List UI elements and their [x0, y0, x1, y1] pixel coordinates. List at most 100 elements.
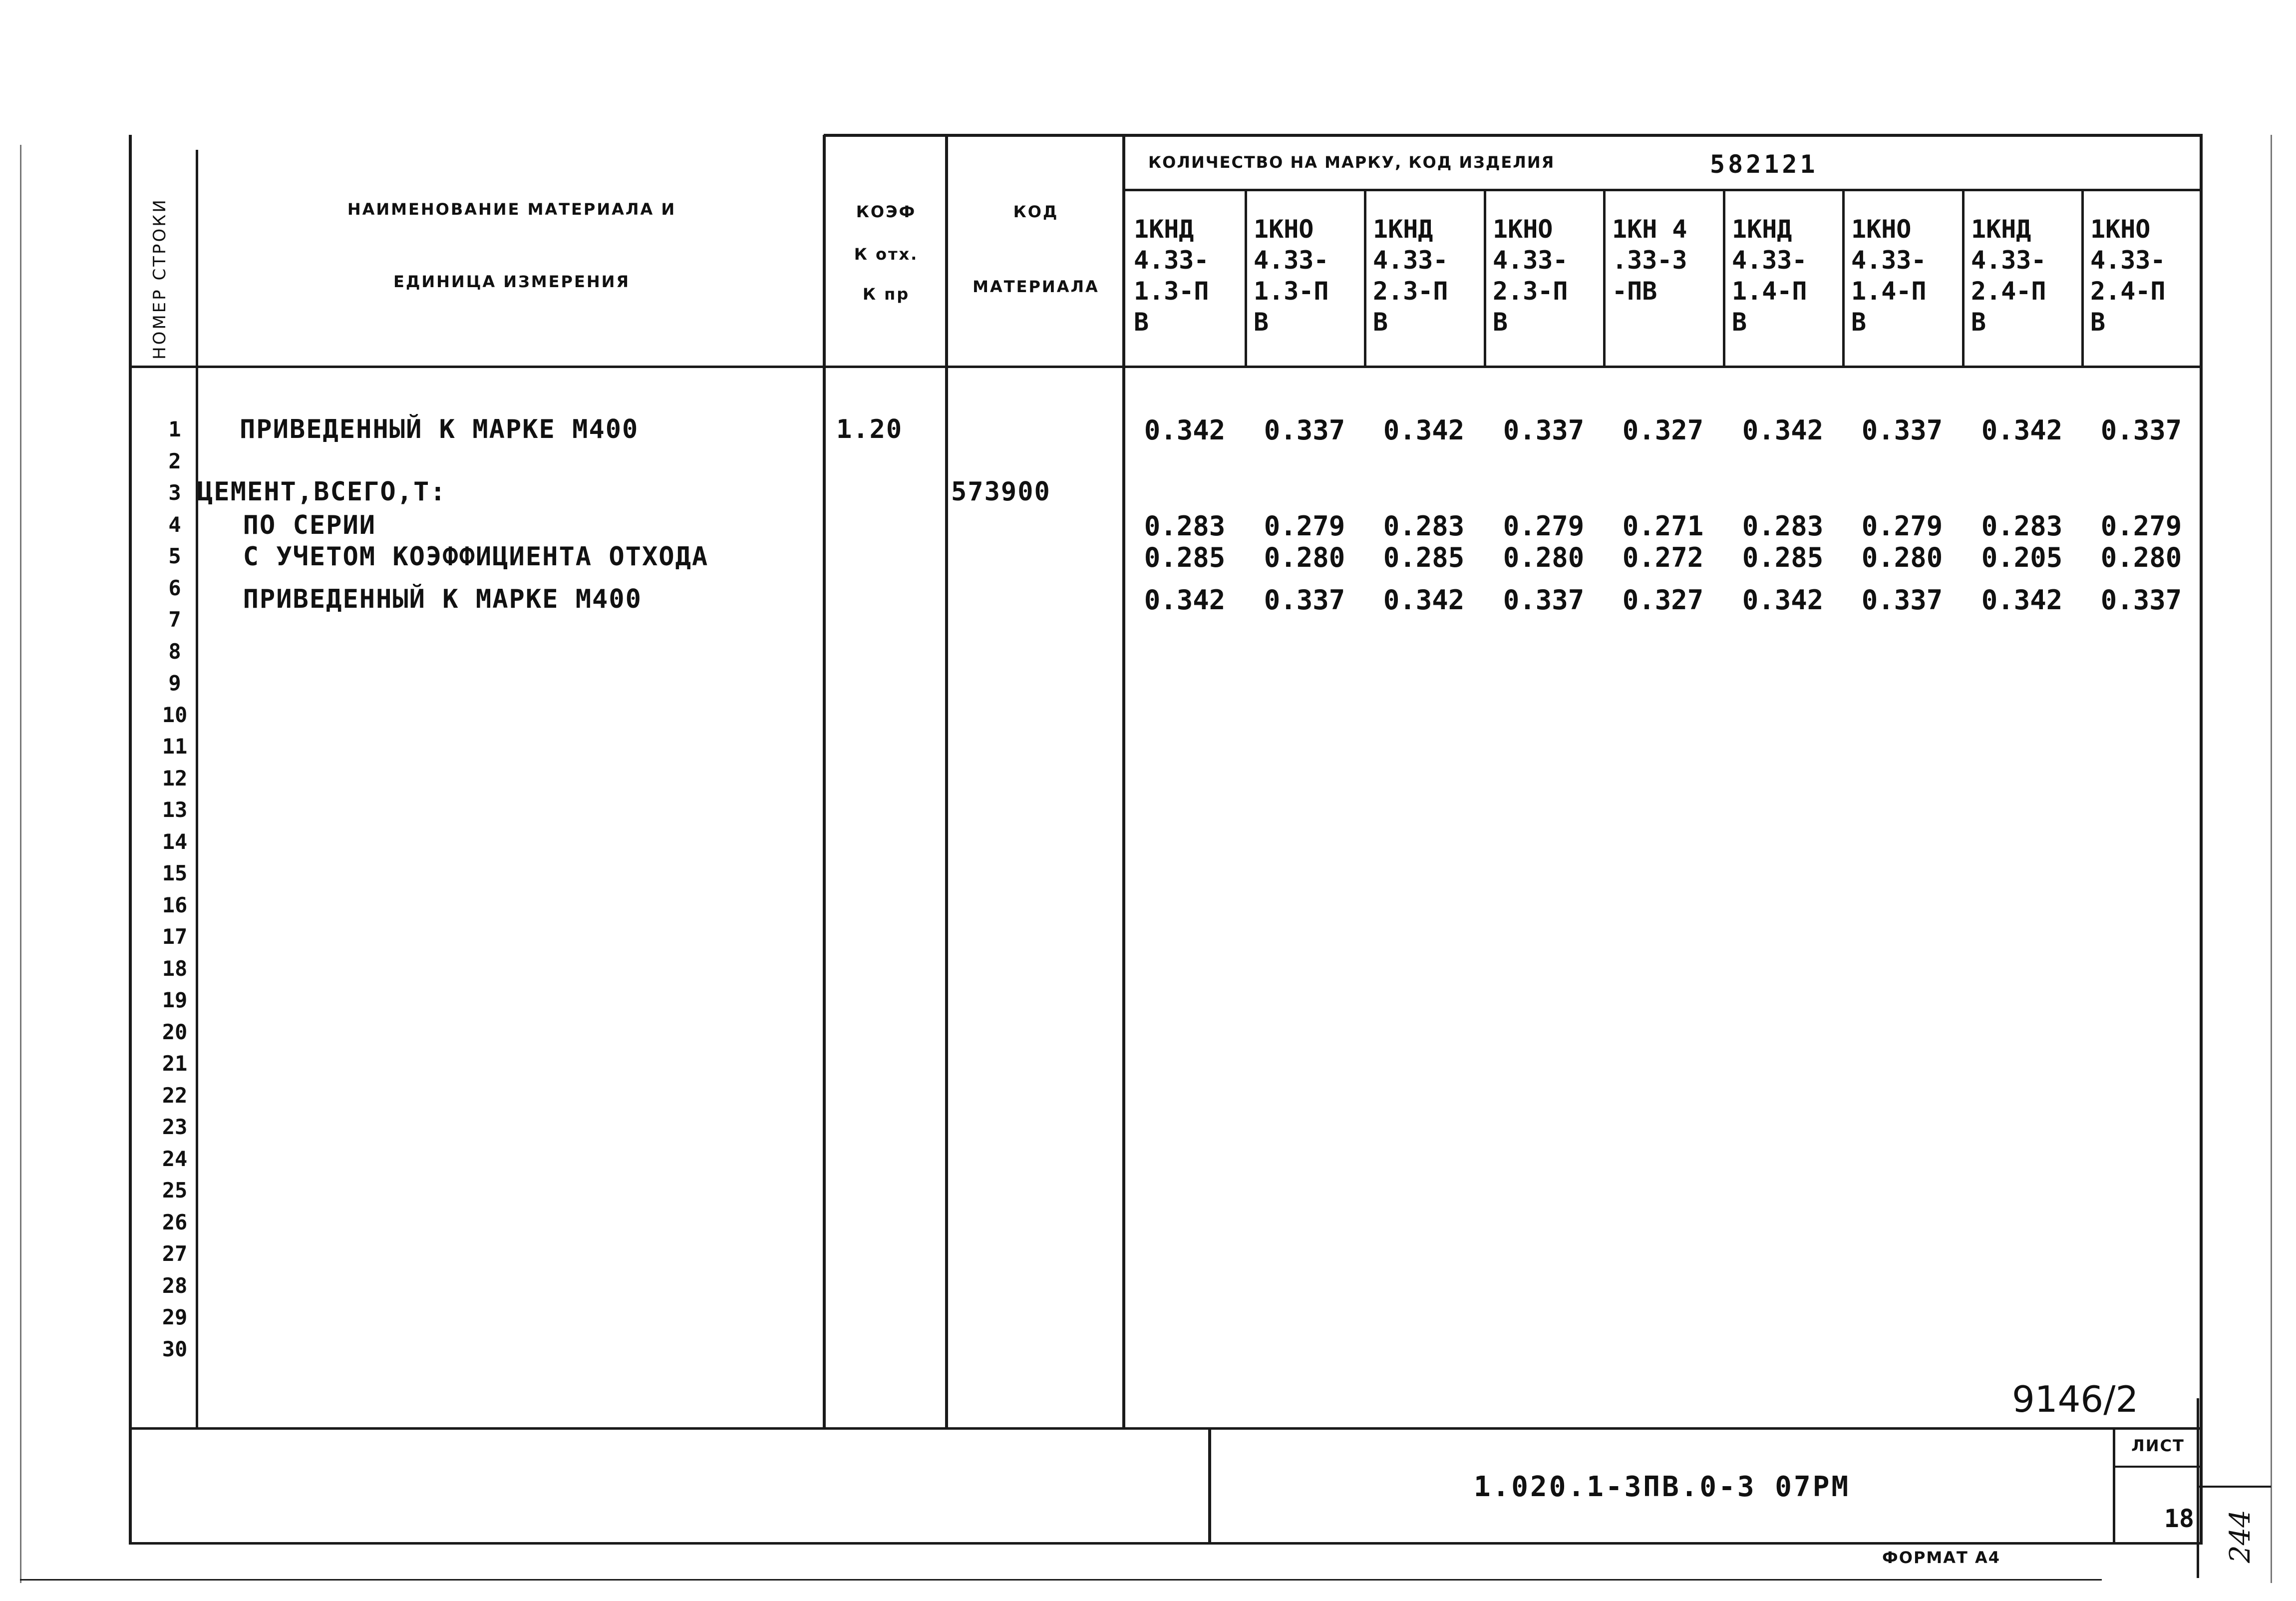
quantity-value: 0.271: [1622, 510, 1704, 542]
row-number: 10: [162, 703, 188, 727]
quantity-value: 0.283: [1742, 510, 1824, 542]
side-box-mid: [2199, 1486, 2271, 1488]
row-number: 11: [162, 734, 188, 759]
frame-right: [2200, 134, 2203, 1543]
row-number: 14: [162, 829, 188, 854]
frame-left: [129, 135, 132, 1543]
quantity-value: 0.279: [1861, 510, 1943, 542]
row-number: 17: [162, 924, 188, 949]
format-label: ФОРМАТ А4: [1882, 1548, 2000, 1567]
product-col-divider: [1603, 190, 1606, 367]
row-number: 21: [162, 1051, 188, 1076]
row-number: 23: [162, 1115, 188, 1139]
quantity-value: 0.337: [1861, 584, 1943, 616]
quantity-value: 0.337: [1861, 414, 1943, 446]
product-col-divider: [1484, 190, 1486, 367]
material-name: ЦЕМЕНТ,ВСЕГО,Т:: [197, 477, 447, 507]
coefficient-value: 1.20: [836, 414, 903, 444]
row-number: 2: [168, 449, 181, 473]
quantity-value: 0.342: [1383, 414, 1465, 446]
quantity-value: 0.285: [1742, 542, 1824, 573]
product-code: 582121: [1710, 150, 1818, 179]
row-number: 8: [168, 639, 181, 664]
product-column-header: 1КНД 4.33- 1.4-П В: [1732, 215, 1807, 337]
material-name-header-line2: ЕДИНИЦА ИЗМЕРЕНИЯ: [393, 272, 631, 291]
product-col-divider: [1364, 190, 1366, 367]
row-number: 16: [162, 893, 188, 917]
row-number: 20: [162, 1020, 188, 1044]
row-number: 22: [162, 1083, 188, 1108]
quantity-value: 0.272: [1622, 542, 1704, 573]
quantity-value: 0.280: [1503, 542, 1585, 573]
quantity-value: 0.342: [1742, 414, 1824, 446]
row-number: 18: [162, 956, 188, 981]
quantity-value: 0.283: [1981, 510, 2063, 542]
quantity-value: 0.285: [1383, 542, 1465, 573]
col-divider-rownum: [196, 150, 198, 1428]
material-name: С УЧЕТОМ КОЭФФИЦИЕНТА ОТХОДА: [210, 542, 709, 572]
quantity-value: 0.342: [1144, 584, 1226, 616]
title-block-bottom-line: [129, 1542, 2203, 1545]
row-number: 24: [162, 1147, 188, 1171]
coef-header-line3: К пр: [862, 285, 910, 304]
row-number: 9: [168, 671, 181, 695]
quantity-value: 0.337: [1264, 584, 1345, 616]
row-number: 29: [162, 1305, 188, 1329]
product-column-header: 1КН 4 .33-3 -ПВ: [1612, 215, 1687, 306]
quantity-value: 0.337: [1503, 414, 1585, 446]
coef-header-line2: К отх.: [854, 245, 919, 264]
product-col-divider: [1962, 190, 1965, 367]
quantity-value: 0.342: [1742, 584, 1824, 616]
frame-top: [824, 134, 2203, 137]
row-number: 25: [162, 1178, 188, 1202]
coef-header-line1: КОЭФ: [856, 202, 917, 221]
side-box-left: [2197, 1398, 2199, 1578]
product-column-header: 1КНД 4.33- 2.3-П В: [1373, 215, 1448, 337]
product-column-header: 1КНД 4.33- 2.4-П В: [1971, 215, 2046, 337]
quantity-value: 0.280: [2100, 542, 2182, 573]
quantity-value: 0.337: [2100, 414, 2182, 446]
row-number: 6: [168, 576, 181, 600]
material-code: 573900: [951, 477, 1051, 507]
quantity-value: 0.342: [1383, 584, 1465, 616]
quantity-group-header: КОЛИЧЕСТВО НА МАРКУ, КОД ИЗДЕЛИЯ: [1148, 153, 1555, 172]
quantity-value: 0.342: [1981, 414, 2063, 446]
row-number: 26: [162, 1210, 188, 1234]
far-right-margin-line: [2271, 135, 2272, 1583]
product-column-header: 1КНО 4.33- 2.4-П В: [2090, 215, 2166, 337]
row-number: 19: [162, 988, 188, 1012]
row-number: 1: [168, 417, 181, 441]
code-header-line1: КОД: [1013, 202, 1059, 221]
quantity-value: 0.327: [1622, 584, 1704, 616]
product-column-header: 1КНД 4.33- 1.3-П В: [1134, 215, 1209, 337]
product-col-divider: [1842, 190, 1845, 367]
sheet-box-mid-line: [2113, 1466, 2202, 1468]
quantity-value: 0.327: [1622, 414, 1704, 446]
material-name: ПО СЕРИИ: [210, 510, 376, 540]
code-header-line2: МАТЕРИАЛА: [973, 277, 1099, 296]
col-divider-name: [823, 135, 826, 1428]
table-bottom-line: [129, 1427, 2203, 1430]
quantity-value: 0.280: [1861, 542, 1943, 573]
row-number: 15: [162, 861, 188, 885]
quantity-value: 0.285: [1144, 542, 1226, 573]
row-number: 13: [162, 798, 188, 822]
row-number: 5: [168, 544, 181, 568]
row-number: 30: [162, 1337, 188, 1361]
row-number: 4: [168, 512, 181, 537]
quantity-value: 0.280: [1264, 542, 1345, 573]
quantity-value: 0.283: [1144, 510, 1226, 542]
col-divider-code: [1122, 135, 1125, 1428]
quantity-value: 0.342: [1981, 584, 2063, 616]
product-col-divider: [1245, 190, 1247, 367]
material-name: ПРИВЕДЕННЫЙ К МАРКЕ М400: [240, 414, 639, 444]
far-left-margin-line: [20, 145, 21, 1583]
sheet-number: 18: [2164, 1504, 2194, 1533]
quantity-value: 0.279: [1264, 510, 1345, 542]
quantity-value: 0.283: [1383, 510, 1465, 542]
header-bottom-line: [129, 366, 2203, 368]
quantity-value: 0.337: [1503, 584, 1585, 616]
product-column-header: 1КНО 4.33- 2.3-П В: [1493, 215, 1568, 337]
quantity-subheader-line: [1123, 189, 2202, 191]
row-number: 7: [168, 607, 181, 632]
